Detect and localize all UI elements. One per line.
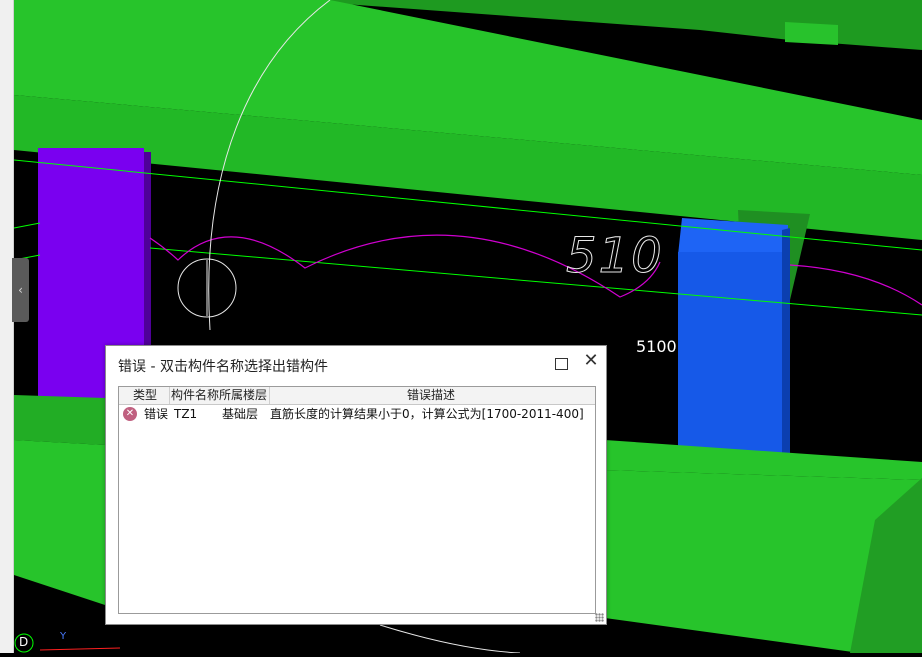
maximize-icon[interactable]: [555, 358, 568, 370]
table-header: 类型 构件名称 所属楼层 错误描述: [119, 387, 595, 405]
error-table: 类型 构件名称 所属楼层 错误描述 ✕ 错误 TZ1 基础层 直筋长度的计算结果…: [118, 386, 596, 614]
cell-floor: 基础层: [222, 407, 259, 421]
column-header-type[interactable]: 类型: [133, 388, 157, 403]
column-header-description[interactable]: 错误描述: [407, 388, 455, 403]
column-header-name[interactable]: 构件名称: [171, 388, 219, 403]
axis-y-label: Y: [60, 631, 67, 642]
collapse-panel-button[interactable]: ‹: [12, 258, 29, 322]
dimension-label: 5100: [636, 337, 677, 356]
dialog-title: 错误 - 双击构件名称选择出错构件: [118, 359, 328, 375]
column-header-floor[interactable]: 所属楼层: [219, 388, 267, 403]
chevron-left-icon: ‹: [18, 283, 23, 297]
cell-name[interactable]: TZ1: [174, 406, 197, 423]
error-dialog: 错误 - 双击构件名称选择出错构件 ✕ 类型 构件名称 所属楼层 错误描述 ✕ …: [105, 345, 607, 625]
column-blue: [678, 252, 782, 464]
resize-grip-icon[interactable]: [595, 613, 604, 622]
dimension-label: 510: [566, 228, 664, 285]
axis-d-label: D: [19, 635, 29, 649]
close-icon[interactable]: ✕: [582, 351, 600, 371]
left-panel-edge: [0, 0, 14, 653]
error-icon: ✕: [123, 407, 137, 421]
table-row[interactable]: ✕ 错误 TZ1 基础层 直筋长度的计算结果小于0，计算公式为[1700-201…: [119, 406, 595, 423]
cell-type: 错误: [144, 407, 169, 421]
cell-description: 直筋长度的计算结果小于0，计算公式为[1700-2011-400]: [270, 407, 584, 421]
